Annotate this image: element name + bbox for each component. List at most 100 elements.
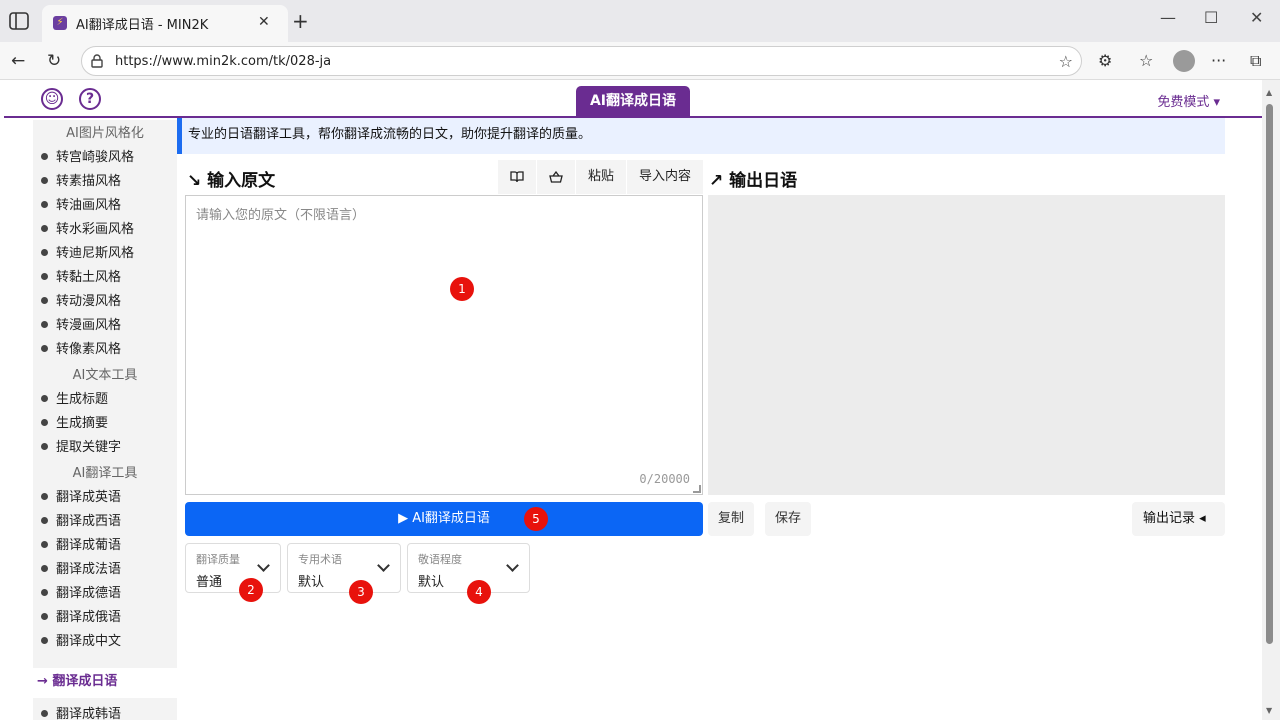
sidebar-item-label: 翻译成中文 [56,634,122,649]
bullet-icon [41,637,48,644]
bullet-icon [41,297,48,304]
sidebar-item[interactable]: 生成摘要 [33,412,177,436]
output-area [708,195,1225,495]
sidebar-item[interactable]: 转像素风格 [33,338,177,362]
site-favicon-icon: ⚡ [53,16,67,30]
sidebar-item[interactable]: 转黏土风格 [33,266,177,290]
page-scrollbar[interactable]: ▲ ▼ [1262,80,1280,720]
address-row: ← ↻ https://www.min2k.com/tk/028-ja ☆ ⚙ … [0,42,1280,80]
sidebar-item-active[interactable]: → 翻译成日语 [33,668,177,698]
site-header: ☺ ? AI翻译成日语 免费模式 ▾ [4,80,1262,118]
sidebar-item-label: 翻译成日语 [52,674,118,689]
sidebar-item[interactable]: 提取关键字 [33,436,177,460]
select-value: 普通 [196,575,223,590]
tab-strip: ⚡ AI翻译成日语 - MIN2K ✕ + — ☐ ✕ [0,0,1280,42]
favorites-icon[interactable]: ☆ [1139,51,1153,70]
favorite-star-icon[interactable]: ☆ [1059,52,1073,71]
sidebar-item[interactable]: 翻译成法语 [33,558,177,582]
sidebar-item[interactable]: 翻译成俄语 [33,606,177,630]
help-circle-icon[interactable]: ? [79,88,101,110]
sidebar-item-label: 转黏土风格 [56,270,122,285]
browser-window: ⚡ AI翻译成日语 - MIN2K ✕ + — ☐ ✕ ← ↻ https://… [0,0,1280,720]
user-circle-icon[interactable]: ☺ [41,88,63,110]
profile-avatar[interactable] [1173,50,1195,72]
sidebar-panel-icon[interactable]: ⧉ [1250,51,1261,71]
bullet-icon [41,493,48,500]
sidebar-item-label: 转油画风格 [56,198,122,213]
browser-tab[interactable]: ⚡ AI翻译成日语 - MIN2K ✕ [42,5,288,42]
sidebar-item[interactable]: 转宫崎骏风格 [33,146,177,170]
output-heading-label: 输出日语 [729,171,798,191]
sidebar-item[interactable]: 生成标题 [33,388,177,412]
sidebar-item[interactable]: 转水彩画风格 [33,218,177,242]
sidebar-item-label: 翻译成英语 [56,490,122,505]
translate-button[interactable]: ▶ AI翻译成日语 [185,502,703,536]
address-bar[interactable]: https://www.min2k.com/tk/028-ja ☆ [81,46,1082,76]
more-menu-icon[interactable]: ··· [1211,51,1226,70]
scroll-down-icon[interactable]: ▼ [1266,706,1272,715]
resize-handle[interactable] [693,485,701,493]
refresh-icon[interactable]: ↻ [47,51,61,71]
sidebar-item-label: 转素描风格 [56,174,122,189]
select-label: 敬语程度 [418,553,462,566]
terminology-select[interactable]: 专用术语 默认 [287,543,401,593]
sidebar-item[interactable]: 翻译成韩语 [33,703,121,720]
extensions-icon[interactable]: ⚙ [1098,51,1112,70]
select-label: 专用术语 [298,553,342,566]
sidebar-item[interactable]: 翻译成英语 [33,486,177,510]
sidebar-item-label: 转宫崎骏风格 [56,150,135,165]
sidebar-item-label: 转动漫风格 [56,294,122,309]
arrow-up-right-icon: ↗ [709,171,730,191]
sidebar-item[interactable]: 翻译成葡语 [33,534,177,558]
sidebar-item[interactable]: 转漫画风格 [33,314,177,338]
book-icon[interactable] [498,160,537,194]
sidebar-item-label: 翻译成德语 [56,586,122,601]
quality-select[interactable]: 翻译质量 普通 [185,543,281,593]
bullet-icon [41,589,48,596]
annotation-badge: 1 [450,277,474,301]
input-heading-label: 输入原文 [207,171,276,191]
source-text-input[interactable]: 请输入您的原文（不限语言） 0/20000 [185,195,703,495]
sidebar-item[interactable]: 转素描风格 [33,170,177,194]
paste-button[interactable]: 粘贴 [576,160,628,194]
input-toolbar: 粘贴 导入内容 [498,160,705,194]
url-text[interactable]: https://www.min2k.com/tk/028-ja [115,54,331,69]
sidebar-item[interactable]: 转迪尼斯风格 [33,242,177,266]
sidebar-item[interactable]: 转动漫风格 [33,290,177,314]
sidebar-item-label: 转迪尼斯风格 [56,246,135,261]
chevron-down-icon [506,559,519,572]
arrow-right-icon: → [37,674,53,689]
close-window-icon[interactable]: ✕ [1250,8,1263,27]
new-tab-icon[interactable]: + [292,9,309,33]
sidebar-item[interactable]: 转油画风格 [33,194,177,218]
sidebar-item[interactable]: 翻译成德语 [33,582,177,606]
bullet-icon [41,321,48,328]
sidebar-toggle-icon[interactable] [9,12,29,30]
sidebar-item[interactable]: 翻译成西语 [33,510,177,534]
mode-dropdown[interactable]: 免费模式 ▾ [1157,91,1220,110]
minimize-icon[interactable]: — [1160,8,1176,27]
save-button[interactable]: 保存 [765,502,812,536]
select-value: 默认 [298,575,325,590]
maximize-icon[interactable]: ☐ [1204,8,1218,27]
sidebar-item-label: 生成标题 [56,392,109,407]
scroll-up-icon[interactable]: ▲ [1266,88,1272,97]
output-history-button[interactable]: 输出记录 ◂ [1132,502,1225,536]
back-icon[interactable]: ← [11,51,25,71]
chevron-down-icon [377,559,390,572]
bullet-icon [41,419,48,426]
sidebar-item[interactable]: 翻译成中文 [33,630,177,654]
close-tab-icon[interactable]: ✕ [258,14,270,30]
basket-icon[interactable] [537,160,576,194]
input-placeholder: 请输入您的原文（不限语言） [196,208,366,223]
import-button[interactable]: 导入内容 [627,160,705,194]
sidebar-item-label: 翻译成俄语 [56,610,122,625]
bullet-icon [41,273,48,280]
chevron-down-icon [257,559,270,572]
bullet-icon [41,225,48,232]
arrow-down-right-icon: ↘ [187,171,208,191]
select-value: 默认 [418,575,445,590]
sidebar-item-label: 转水彩画风格 [56,222,135,237]
copy-button[interactable]: 复制 [708,502,755,536]
scroll-thumb[interactable] [1266,104,1273,644]
